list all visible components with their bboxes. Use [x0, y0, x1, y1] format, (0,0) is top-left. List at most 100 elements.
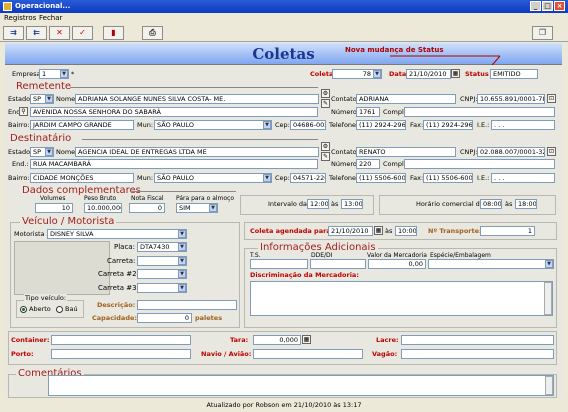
- capacidade-input[interactable]: 0: [137, 313, 192, 323]
- lookup-icon[interactable]: ⊡: [547, 147, 556, 156]
- calendar-icon[interactable]: ▦: [451, 69, 460, 78]
- chevron-down-icon[interactable]: ▼: [263, 121, 271, 129]
- transporte-input[interactable]: 1: [480, 226, 535, 236]
- comercial-de-input[interactable]: 08:00: [480, 199, 502, 209]
- placa-select[interactable]: DTA7430 ▼: [137, 242, 187, 252]
- navio-input[interactable]: [253, 349, 363, 359]
- print-icon[interactable]: ⎙: [142, 26, 163, 40]
- chevron-down-icon[interactable]: ▼: [45, 148, 53, 156]
- placa-value: DTA7430: [140, 243, 170, 251]
- lookup-icon[interactable]: ⊡: [547, 94, 556, 103]
- dest-end-input[interactable]: RUA MACAMBARÁ: [30, 159, 318, 169]
- intervalo-ate-input[interactable]: 13:00: [341, 199, 363, 209]
- edit-icon[interactable]: ⇇: [26, 26, 47, 40]
- rem-contato-input[interactable]: ADRIANA: [356, 94, 456, 104]
- add-icon[interactable]: ⇉: [3, 26, 24, 40]
- minimize-button[interactable]: _: [530, 1, 541, 11]
- ddd-input[interactable]: [310, 259, 366, 269]
- rem-telefone-input[interactable]: (11) 2924-2961: [356, 120, 406, 130]
- calendar-icon[interactable]: ▦: [374, 226, 383, 235]
- rem-numero-input[interactable]: 1761: [356, 107, 380, 117]
- dest-numero-input[interactable]: 220: [356, 159, 380, 169]
- rem-ie-input[interactable]: . . .: [491, 120, 555, 130]
- container-input[interactable]: [51, 335, 191, 345]
- chevron-down-icon[interactable]: ▼: [178, 257, 186, 265]
- motorista-select[interactable]: DISNEY SILVA ▼: [47, 229, 187, 239]
- rem-nome-input[interactable]: ADRIANA SOLANGE NUNES SILVA COSTA- ME.: [75, 94, 319, 104]
- chevron-down-icon[interactable]: ▼: [178, 230, 186, 238]
- edit-contact-icon[interactable]: ✎: [321, 99, 330, 108]
- maximize-button[interactable]: □: [542, 1, 553, 11]
- ts-input[interactable]: [250, 259, 308, 269]
- coleta-select[interactable]: 78 ▼: [332, 69, 382, 79]
- dest-mun-select[interactable]: SÃO PAULO ▼: [154, 173, 272, 183]
- comentarios-textarea[interactable]: [48, 375, 554, 396]
- dest-ie-input[interactable]: . . .: [491, 173, 555, 183]
- chevron-down-icon[interactable]: ▼: [263, 174, 271, 182]
- discriminacao-textarea[interactable]: [250, 281, 553, 316]
- radio-aberto[interactable]: [20, 306, 27, 313]
- search-icon[interactable]: ⚙: [321, 89, 330, 98]
- intervalo-de-input[interactable]: 12:00: [307, 199, 329, 209]
- rem-end-input[interactable]: AVENIDA NOSSA SENHORA DO SABARÁ: [30, 107, 318, 117]
- valor-input[interactable]: 0,00: [368, 259, 426, 269]
- scrollbar[interactable]: [544, 282, 552, 315]
- delete-icon[interactable]: ✕: [49, 26, 70, 40]
- chevron-down-icon[interactable]: ▼: [178, 243, 186, 251]
- empresa-select[interactable]: 1 ▼: [39, 69, 69, 79]
- address-search-icon[interactable]: ⚲: [19, 107, 28, 116]
- chevron-down-icon[interactable]: ▼: [209, 204, 217, 212]
- dest-compl-input[interactable]: [404, 159, 555, 169]
- dest-cep-input[interactable]: 04571-220: [290, 173, 326, 183]
- calculator-small-icon[interactable]: ▦: [302, 335, 311, 344]
- descricao-input[interactable]: [137, 300, 237, 310]
- chevron-down-icon[interactable]: ▼: [60, 70, 68, 78]
- radio-bau[interactable]: [56, 306, 63, 313]
- dest-estado-select[interactable]: SP ▼: [30, 147, 54, 157]
- menu-registros[interactable]: Registros: [4, 13, 36, 24]
- chevron-down-icon[interactable]: ▼: [545, 260, 553, 268]
- dest-contato-input[interactable]: RENATO: [356, 147, 456, 157]
- rem-estado-select[interactable]: SP ▼: [30, 94, 54, 104]
- agendada-data-input[interactable]: 21/10/2010: [328, 226, 373, 236]
- tara-input[interactable]: 0,000: [253, 335, 301, 345]
- chevron-down-icon[interactable]: ▼: [373, 70, 381, 78]
- dest-telefone-input[interactable]: (11) 5506-6003: [356, 173, 406, 183]
- calculator-icon[interactable]: ▮: [103, 26, 124, 40]
- menu-fechar[interactable]: Fechar: [39, 13, 62, 24]
- nota-input[interactable]: 0: [129, 203, 165, 213]
- confirm-icon[interactable]: ✓: [72, 26, 93, 40]
- data-input[interactable]: 21/10/2010: [406, 69, 451, 79]
- vagao-input[interactable]: [401, 349, 554, 359]
- rem-cnpj-input[interactable]: 10.655.891/0001-78: [477, 94, 545, 104]
- close-button[interactable]: ×: [554, 1, 565, 11]
- dest-cnpj-input[interactable]: 02.088.007/0001-32: [477, 147, 545, 157]
- scrollbar[interactable]: [545, 376, 553, 395]
- rem-fax-input[interactable]: (11) 2924-2964: [423, 120, 473, 130]
- chevron-down-icon[interactable]: ▼: [178, 270, 186, 278]
- carreta-select[interactable]: ▼: [137, 256, 187, 266]
- carreta3-select[interactable]: ▼: [137, 283, 187, 293]
- comercial-ate-input[interactable]: 18:00: [515, 199, 537, 209]
- almoco-select[interactable]: SIM ▼: [176, 203, 218, 213]
- porto-input[interactable]: [51, 349, 191, 359]
- status-field[interactable]: EMITIDO: [490, 69, 538, 79]
- carreta2-select[interactable]: ▼: [137, 269, 187, 279]
- search-icon[interactable]: ⚙: [321, 142, 330, 151]
- rem-compl-input[interactable]: [404, 107, 555, 117]
- dest-fax-input[interactable]: (11) 5506-6003: [423, 173, 473, 183]
- copy-icon[interactable]: ❐: [532, 26, 553, 40]
- volumes-input[interactable]: 10: [35, 203, 73, 213]
- especie-select[interactable]: ▼: [428, 259, 554, 269]
- chevron-down-icon[interactable]: ▼: [178, 284, 186, 292]
- rem-cep-input[interactable]: 04686-002: [290, 120, 326, 130]
- rem-mun-select[interactable]: SÃO PAULO ▼: [154, 120, 272, 130]
- peso-input[interactable]: 10.000,000: [84, 203, 122, 213]
- edit-contact-icon[interactable]: ✎: [321, 152, 330, 161]
- rem-bairro-input[interactable]: JARDIM CAMPO GRANDE: [30, 120, 134, 130]
- chevron-down-icon[interactable]: ▼: [45, 95, 53, 103]
- lacre-input[interactable]: [401, 335, 554, 345]
- agendada-hora-input[interactable]: 10:00: [395, 226, 417, 236]
- dest-bairro-input[interactable]: CIDADE MONÇÕES: [30, 173, 134, 183]
- dest-nome-input[interactable]: AGENCIA IDEAL DE ENTREGAS LTDA ME: [75, 147, 319, 157]
